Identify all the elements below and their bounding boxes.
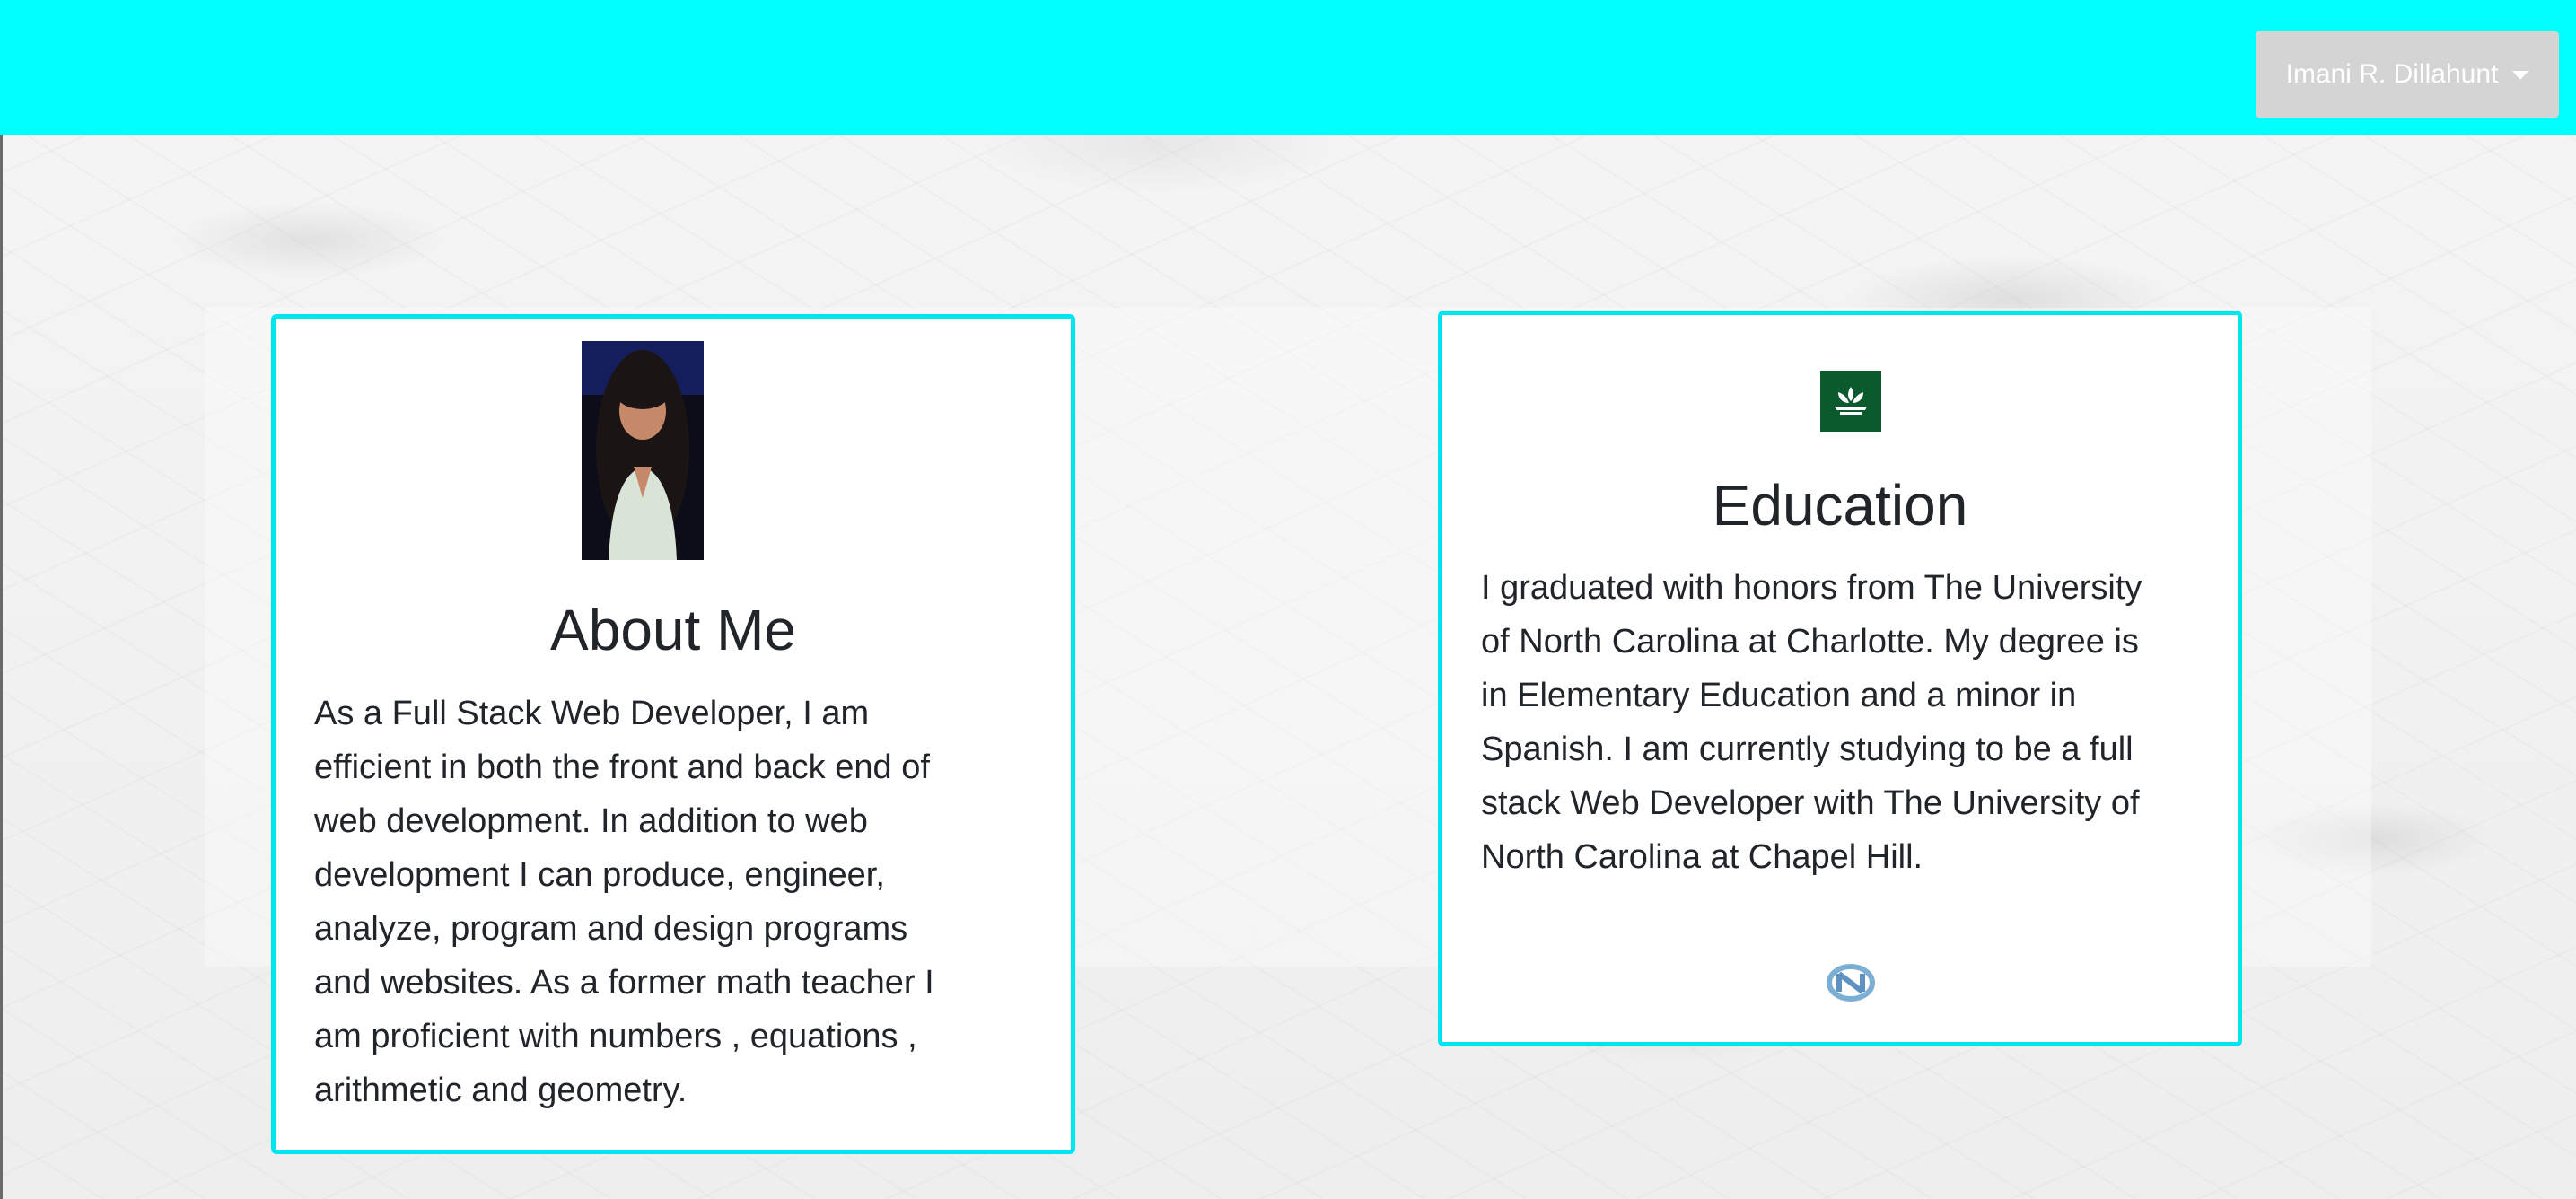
crown-icon	[1835, 387, 1867, 415]
education-text: I graduated with honors from The Univers…	[1481, 569, 2142, 876]
user-menu-label: Imani R. Dillahunt	[2285, 59, 2499, 89]
unc-chapel-hill-logo	[1827, 964, 1875, 1002]
chevron-down-icon	[2512, 71, 2529, 80]
education-title: Education	[1712, 473, 1968, 538]
user-menu-dropdown[interactable]: Imani R. Dillahunt	[2256, 31, 2559, 118]
profile-photo-image	[582, 341, 704, 560]
page-edge	[0, 0, 3, 1199]
about-text: As a Full Stack Web Developer, I am effi…	[314, 695, 934, 1109]
profile-photo	[582, 341, 704, 560]
top-navbar: Imani R. Dillahunt	[0, 0, 2576, 135]
about-card: About Me As a Full Stack Web Developer, …	[271, 314, 1075, 1154]
unc-charlotte-logo	[1820, 371, 1881, 432]
education-card: Education I graduated with honors from T…	[1438, 311, 2242, 1046]
about-title: About Me	[550, 598, 796, 662]
